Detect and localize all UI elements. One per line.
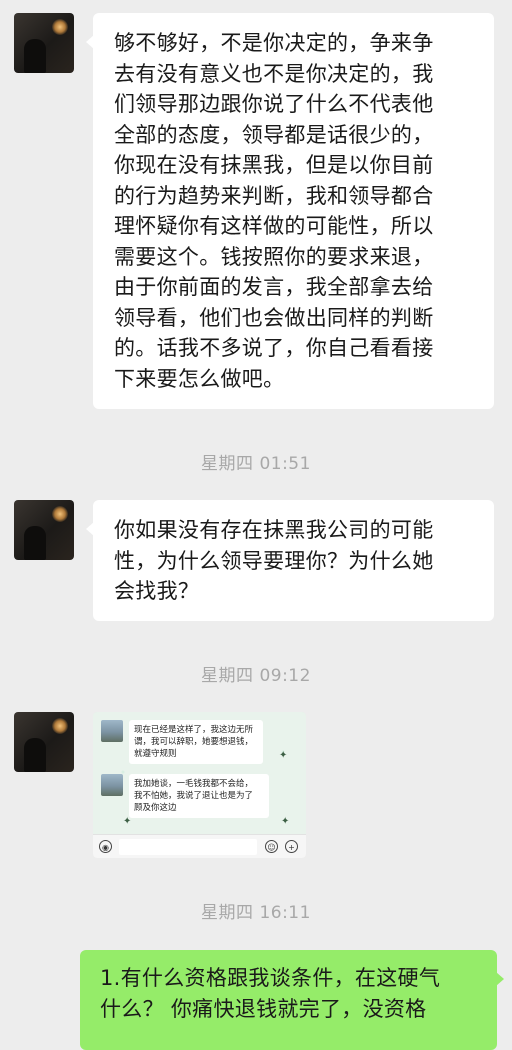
message-line: 由于你前面的发言，我全部拿去给 (114, 275, 434, 299)
contact-avatar (101, 720, 123, 742)
message-bubble[interactable]: 够不够好，不是你决定的，争来争 去有没有意义也不是你决定的，我 们领导那边跟你说… (86, 13, 494, 409)
message-line: 的行为趋势来判断，我和领导都合 (114, 183, 434, 208)
image-input-bar: ◉ ☺ + (93, 834, 306, 858)
message-bubble-outgoing[interactable]: 1.有什么资格跟我谈条件，在这硬气 什么？ 你痛快退钱就完了，没资格 (80, 950, 504, 1050)
sparkle-icon: ✦ (279, 750, 288, 761)
voice-icon: ◉ (99, 840, 112, 853)
image-text-field (119, 839, 257, 855)
sparkle-icon: ✦ (123, 816, 132, 827)
message-line: 性，为什么领导要理你？为什么她 (114, 548, 434, 573)
timestamp: 星期四 01:51 (201, 454, 311, 474)
emoji-icon: ☺ (265, 840, 278, 853)
sparkle-icon: ✦ (281, 816, 290, 827)
message-line: 下来要怎么做吧。 (114, 366, 285, 391)
message-line: 够不够好，不是你决定的，争来争 (114, 31, 434, 55)
image-chat-bubble: 现在已经是这样了，我这边无所 谓，我可以辞职，她要想退钱， 就遵守规则 (129, 720, 263, 764)
image-chat-bubble: 我加她谈，一毛钱我都不会给， 我不怕她，我说了退让也是为了 顾及你这边 (129, 774, 269, 818)
timestamp: 星期四 09:12 (201, 666, 311, 686)
message-line: 理怀疑你有这样做的可能性，所以 (114, 214, 434, 238)
message-line: 们领导那边跟你说了什么不代表他 (114, 92, 434, 116)
message-line: 去有没有意义也不是你决定的，我 (114, 61, 434, 86)
contact-avatar[interactable] (14, 500, 74, 560)
message-line: 的。话我不多说了，你自己看看接 (114, 336, 434, 360)
timestamp: 星期四 16:11 (201, 903, 311, 923)
message-line: 领导看，他们也会做出同样的判断 (114, 305, 434, 330)
message-line: 1.有什么资格跟我谈条件，在这硬气 (100, 966, 441, 990)
message-line: 会找我？ (114, 579, 200, 603)
message-line: 你现在没有抹黑我，但是以你目前 (114, 153, 434, 177)
message-line: 需要这个。钱按照你的要求来退， (114, 244, 434, 269)
plus-icon: + (285, 840, 298, 853)
message-bubble[interactable]: 你如果没有存在抹黑我公司的可能 性，为什么领导要理你？为什么她 会找我？ (86, 500, 494, 621)
message-line: 全部的态度，领导都是话很少的， (114, 122, 434, 147)
message-line: 你如果没有存在抹黑我公司的可能 (114, 518, 434, 542)
contact-avatar[interactable] (14, 712, 74, 772)
contact-avatar[interactable] (14, 13, 74, 73)
message-line: 什么？ 你痛快退钱就完了，没资格 (100, 996, 427, 1021)
image-message[interactable]: 现在已经是这样了，我这边无所 谓，我可以辞职，她要想退钱， 就遵守规则 我加她谈… (93, 712, 306, 858)
contact-avatar (101, 774, 123, 796)
